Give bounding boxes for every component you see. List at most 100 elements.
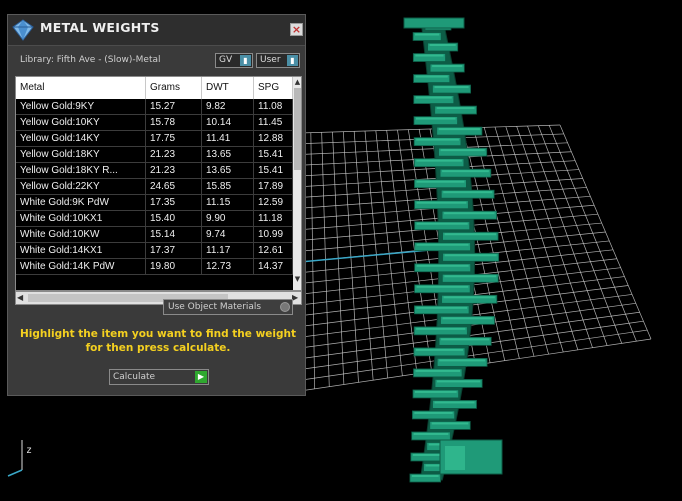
column-header-dwt[interactable]: DWT: [202, 77, 254, 99]
ring-prong-highlight: [429, 44, 456, 47]
ring-prong-highlight: [416, 222, 468, 225]
ring-prong-highlight: [415, 96, 452, 99]
table-cell: 12.59: [254, 195, 293, 211]
table-cell: Yellow Gold:18KY R...: [16, 163, 146, 179]
gv-dropdown[interactable]: GV ▮: [215, 53, 253, 68]
column-header-metal[interactable]: Metal: [16, 77, 146, 99]
z-axis-label: z: [26, 445, 33, 456]
table-cell: 17.89: [254, 179, 293, 195]
table-cell: 14.37: [254, 259, 293, 275]
ring-prong-highlight: [415, 33, 440, 36]
ring-prong-highlight: [444, 233, 497, 236]
ring-prong-highlight: [415, 54, 444, 57]
table-row[interactable]: Yellow Gold:18KY 21.23 13.65 15.41: [16, 147, 293, 163]
table-row[interactable]: Yellow Gold:10KY 15.78 10.14 11.45: [16, 115, 293, 131]
table-cell: 12.73: [202, 259, 254, 275]
table-cell: White Gold:14K PdW: [16, 259, 146, 275]
ring-prong-highlight: [416, 201, 467, 204]
table-cell: 15.14: [146, 227, 202, 243]
table-cell: 17.37: [146, 243, 202, 259]
table-cell: White Gold:14KX1: [16, 243, 146, 259]
table-row[interactable]: Yellow Gold:22KY 24.65 15.85 17.89: [16, 179, 293, 195]
ring-prong-highlight: [440, 149, 485, 152]
table-cell: 11.15: [202, 195, 254, 211]
instructions-text: Highlight the item you want to find the …: [20, 328, 296, 354]
table-row[interactable]: Yellow Gold:18KY R... 21.23 13.65 15.41: [16, 163, 293, 179]
scroll-thumb[interactable]: [294, 88, 301, 170]
close-icon: ×: [291, 23, 302, 36]
radio-icon: [280, 302, 290, 312]
vertical-scrollbar[interactable]: ▲ ▼: [293, 77, 301, 290]
x-axis-line: [299, 249, 431, 263]
ring-prong-highlight: [432, 65, 463, 68]
table-cell: 9.90: [202, 211, 254, 227]
column-header-spg[interactable]: SPG: [254, 77, 293, 99]
play-icon: ▶: [195, 371, 207, 383]
table-row[interactable]: White Gold:10KW 15.14 9.74 10.99: [16, 227, 293, 243]
table-cell: Yellow Gold:10KY: [16, 115, 146, 131]
ring-prong-highlight: [416, 159, 462, 162]
ring-prong-highlight: [413, 432, 449, 435]
table-cell: Yellow Gold:22KY: [16, 179, 146, 195]
ring-prong-highlight: [416, 285, 469, 288]
table-cell: 24.65: [146, 179, 202, 195]
table-cell: 11.18: [254, 211, 293, 227]
ring-prong-highlight: [437, 380, 481, 383]
panel-titlebar[interactable]: METAL WEIGHTS ×: [8, 15, 305, 46]
table-cell: White Gold:10KX1: [16, 211, 146, 227]
column-header-grams[interactable]: Grams: [146, 77, 202, 99]
ring-prong-highlight: [414, 390, 457, 393]
ring-prong-highlight: [415, 348, 463, 351]
scroll-left-icon[interactable]: ◀: [17, 293, 23, 302]
ring-prong-highlight: [416, 327, 466, 330]
table-cell: 11.17: [202, 243, 254, 259]
ring-prong-highlight: [416, 306, 468, 309]
ring-prong-highlight: [442, 170, 489, 173]
table-cell: 9.82: [202, 99, 254, 115]
table-cell: 19.80: [146, 259, 202, 275]
calculate-label: Calculate: [113, 372, 156, 382]
table-row[interactable]: Yellow Gold:14KY 17.75 11.41 12.88: [16, 131, 293, 147]
table-cell: 9.74: [202, 227, 254, 243]
ring-prong-highlight: [444, 275, 497, 278]
ring-prong-highlight: [436, 107, 475, 110]
ring-prong-highlight: [414, 411, 453, 414]
metals-table[interactable]: Metal Grams DWT SPG Yellow Gold:9KY 15.27…: [15, 76, 302, 291]
ring-prong-highlight: [443, 191, 493, 194]
ring-prong-highlight: [415, 369, 461, 372]
table-cell: 10.14: [202, 115, 254, 131]
ring-bottom-detail: [445, 446, 465, 470]
calculate-button[interactable]: Calculate ▶: [109, 369, 209, 385]
table-cell: Yellow Gold:18KY: [16, 147, 146, 163]
dropdown-arrow-icon: ▮: [240, 55, 251, 66]
table-cell: 15.40: [146, 211, 202, 227]
table-row[interactable]: White Gold:14K PdW 19.80 12.73 14.37: [16, 259, 293, 275]
table-cell: 11.41: [202, 131, 254, 147]
table-cell: 12.88: [254, 131, 293, 147]
user-dropdown[interactable]: User ▮: [256, 53, 300, 68]
gem-icon: [12, 19, 34, 41]
library-label: Library: Fifth Ave - (Slow)-Metal: [20, 55, 161, 65]
table-row[interactable]: Yellow Gold:9KY 15.27 9.82 11.08: [16, 99, 293, 115]
table-cell: 15.41: [254, 147, 293, 163]
use-object-materials-toggle[interactable]: Use Object Materials: [163, 299, 293, 315]
table-row[interactable]: White Gold:14KX1 17.37 11.17 12.61: [16, 243, 293, 259]
table-cell: 21.23: [146, 163, 202, 179]
ring-prong-highlight: [416, 243, 469, 246]
table-cell: 12.61: [254, 243, 293, 259]
close-button[interactable]: ×: [290, 23, 303, 36]
gv-label: GV: [219, 55, 233, 65]
use-object-materials-label: Use Object Materials: [168, 302, 262, 312]
table-cell: 15.27: [146, 99, 202, 115]
table-row[interactable]: White Gold:9K PdW 17.35 11.15 12.59: [16, 195, 293, 211]
ring-prong-highlight: [416, 138, 459, 141]
ring-prong-highlight: [438, 128, 480, 131]
ring-prong-highlight: [415, 75, 448, 78]
table-row[interactable]: White Gold:10KX1 15.40 9.90 11.18: [16, 211, 293, 227]
scroll-down-icon[interactable]: ▼: [293, 274, 301, 284]
ring-prong-highlight: [444, 254, 497, 257]
table-cell: White Gold:10KW: [16, 227, 146, 243]
scroll-up-icon[interactable]: ▲: [293, 77, 301, 87]
table-cell: 17.35: [146, 195, 202, 211]
grid-line: [559, 124, 652, 340]
